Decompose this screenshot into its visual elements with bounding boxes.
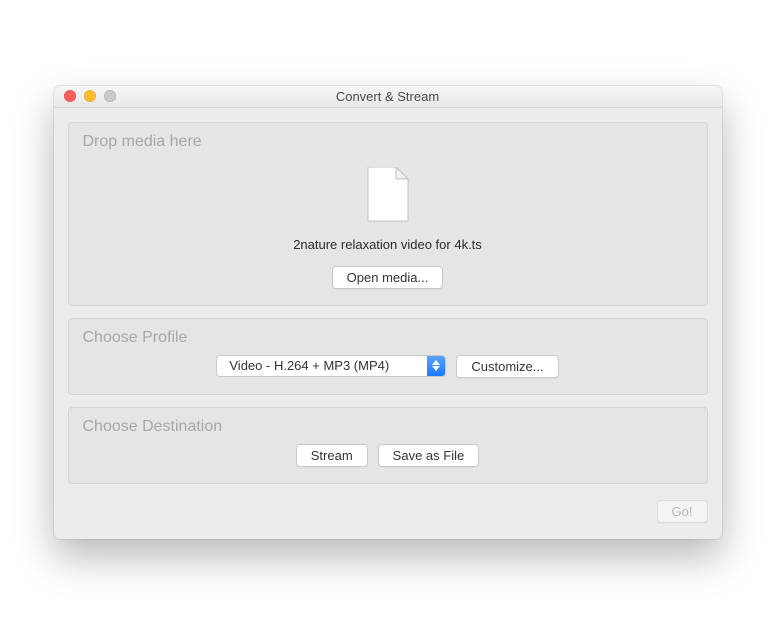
minimize-icon[interactable] [84, 90, 96, 102]
choose-destination-heading: Choose Destination [83, 418, 693, 436]
footer: Go! [68, 496, 708, 529]
window-title: Convert & Stream [54, 89, 722, 104]
open-media-button[interactable]: Open media... [332, 266, 444, 289]
save-as-file-button[interactable]: Save as File [378, 444, 480, 467]
profile-select-value: Video - H.264 + MP3 (MP4) [217, 356, 427, 376]
window-content: Drop media here 2nature relaxation video… [54, 108, 722, 539]
choose-profile-group: Choose Profile Video - H.264 + MP3 (MP4)… [68, 318, 708, 395]
customize-button[interactable]: Customize... [456, 355, 558, 378]
choose-destination-group: Choose Destination Stream Save as File [68, 407, 708, 484]
window-controls [54, 90, 116, 102]
drop-media-heading: Drop media here [83, 133, 693, 151]
go-button[interactable]: Go! [657, 500, 708, 523]
updown-arrows-icon [427, 356, 445, 376]
file-icon [366, 167, 410, 223]
titlebar: Convert & Stream [54, 86, 722, 108]
drop-area[interactable]: 2nature relaxation video for 4k.ts Open … [83, 159, 693, 289]
convert-stream-window: Convert & Stream Drop media here 2nature… [54, 86, 722, 539]
drop-media-group: Drop media here 2nature relaxation video… [68, 122, 708, 306]
choose-profile-heading: Choose Profile [83, 329, 693, 347]
stream-button[interactable]: Stream [296, 444, 368, 467]
dropped-filename: 2nature relaxation video for 4k.ts [293, 237, 482, 252]
close-icon[interactable] [64, 90, 76, 102]
profile-select[interactable]: Video - H.264 + MP3 (MP4) [216, 355, 446, 377]
zoom-icon [104, 90, 116, 102]
